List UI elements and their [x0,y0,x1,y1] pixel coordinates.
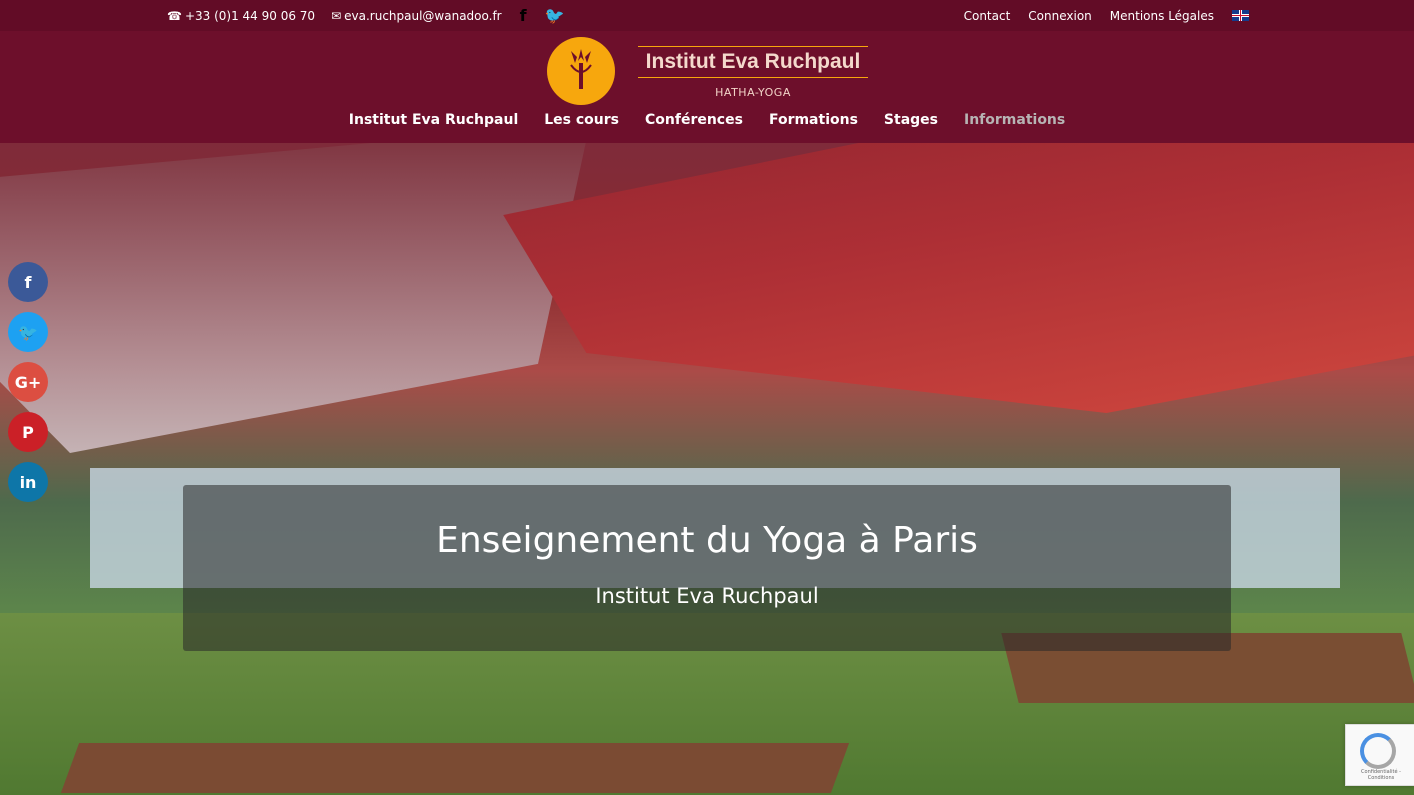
email-item[interactable]: ✉ eva.ruchpaul@wanadoo.fr [331,9,502,23]
top-bar: ☎ +33 (0)1 44 90 06 70 ✉ eva.ruchpaul@wa… [0,0,1414,31]
pinterest-icon: P [22,422,34,442]
recaptcha-badge[interactable]: Confidentialité - Conditions [1345,724,1414,786]
nav-item-informations[interactable]: Informations [964,112,1065,134]
facebook-icon: f [24,272,32,292]
contact-link[interactable]: Contact [964,9,1011,23]
twitter-icon[interactable]: 🐦 [545,6,565,25]
left-umbrella [0,143,590,453]
main-header: Institut Eva Ruchpaul HATHA-YOGA Institu… [0,31,1414,143]
hero-caption: Enseignement du Yoga à Paris Institut Ev… [183,485,1231,651]
top-social-links: f 🐦 [520,6,565,25]
hero-heading: Enseignement du Yoga à Paris [436,520,978,561]
uk-flag-icon[interactable] [1232,10,1249,21]
recaptcha-text: Confidentialité - Conditions [1361,769,1401,781]
nav-item-conferences[interactable]: Conférences [645,112,743,134]
table-left [60,743,850,793]
linkedin-share-button[interactable]: in [8,462,48,502]
logo-sun-icon [547,37,615,105]
facebook-share-button[interactable]: f [8,262,48,302]
facebook-icon[interactable]: f [520,6,527,25]
recaptcha-icon [1360,733,1396,769]
lotus-icon [570,49,592,89]
linkedin-icon: in [19,472,37,492]
logo-title: Institut Eva Ruchpaul [638,46,868,78]
main-navigation: Institut Eva Ruchpaul Les cours Conféren… [0,112,1414,134]
top-links: Contact Connexion Mentions Légales [964,0,1249,31]
nav-item-formations[interactable]: Formations [769,112,858,134]
phone-number: +33 (0)1 44 90 06 70 [184,8,316,23]
nav-item-stages[interactable]: Stages [884,112,938,134]
nav-item-les-cours[interactable]: Les cours [544,112,619,134]
phone-item[interactable]: ☎ +33 (0)1 44 90 06 70 [167,9,315,23]
email-address: eva.ruchpaul@wanadoo.fr [344,8,502,23]
mail-icon: ✉ [331,8,342,23]
nav-item-institut[interactable]: Institut Eva Ruchpaul [349,112,518,134]
social-share-bar: f 🐦 G+ P in [8,262,48,502]
twitter-share-button[interactable]: 🐦 [8,312,48,352]
hero-section: Enseignement du Yoga à Paris Institut Ev… [0,143,1414,795]
pinterest-share-button[interactable]: P [8,412,48,452]
google-plus-share-button[interactable]: G+ [8,362,48,402]
login-link[interactable]: Connexion [1028,9,1092,23]
logo-subtitle: HATHA-YOGA [715,86,791,99]
site-logo[interactable]: Institut Eva Ruchpaul HATHA-YOGA [545,35,871,107]
google-plus-icon: G+ [14,372,42,392]
phone-icon: ☎ [167,8,182,23]
contact-info: ☎ +33 (0)1 44 90 06 70 ✉ eva.ruchpaul@wa… [167,0,565,31]
hero-subheading: Institut Eva Ruchpaul [595,584,819,608]
twitter-icon: 🐦 [18,322,38,342]
legal-link[interactable]: Mentions Légales [1110,9,1214,23]
